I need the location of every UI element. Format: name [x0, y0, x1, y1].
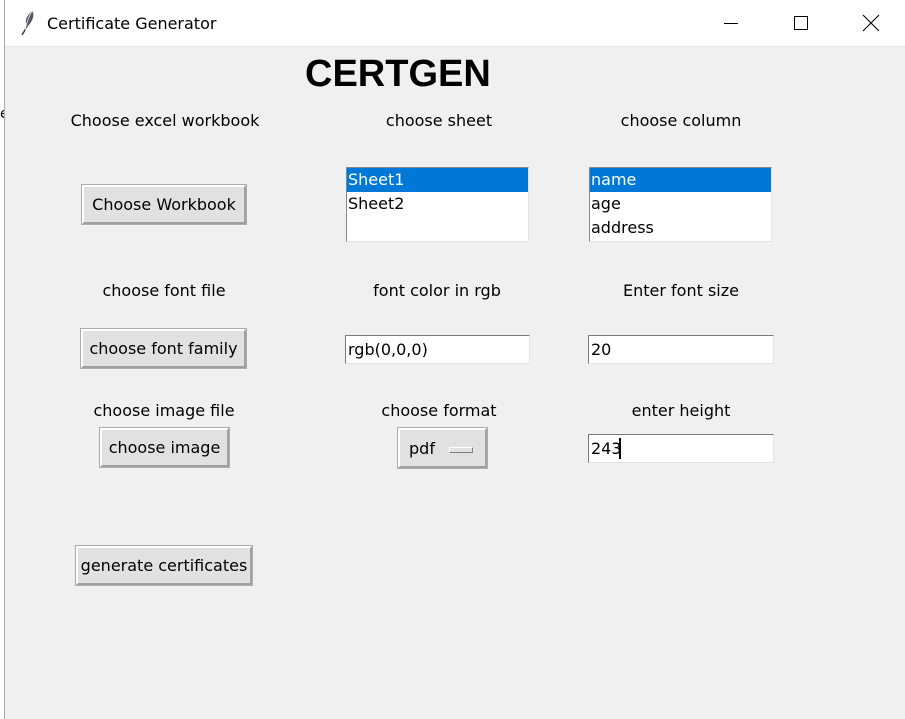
format-selected-value: pdf	[409, 438, 435, 458]
list-item[interactable]: address	[590, 216, 771, 240]
maximize-icon	[794, 16, 808, 30]
close-icon	[862, 14, 880, 32]
list-item[interactable]: age	[590, 192, 771, 216]
close-button[interactable]	[836, 0, 905, 46]
column-listbox[interactable]: name age address	[589, 167, 772, 242]
workbook-label: Choose excel workbook	[70, 111, 260, 130]
app-heading: CERTGEN	[305, 53, 491, 95]
generate-certificates-button[interactable]: generate certificates	[75, 545, 253, 586]
sheet-label: choose sheet	[385, 111, 493, 130]
list-item[interactable]: Sheet1	[347, 168, 528, 192]
choose-image-button[interactable]: choose image	[99, 427, 230, 468]
font-size-input[interactable]	[588, 335, 774, 364]
format-select[interactable]: pdf	[397, 427, 488, 469]
minimize-icon	[724, 23, 738, 24]
format-label: choose format	[381, 401, 497, 420]
app-window: Certificate Generator CERTGEN Choose exc…	[4, 0, 905, 719]
list-item[interactable]: Sheet2	[347, 192, 528, 216]
font-size-label: Enter font size	[623, 281, 739, 300]
window-title: Certificate Generator	[47, 14, 217, 33]
choose-workbook-button[interactable]: Choose Workbook	[81, 184, 247, 225]
maximize-button[interactable]	[766, 0, 836, 46]
list-item[interactable]: name	[590, 168, 771, 192]
choose-font-family-button[interactable]: choose font family	[80, 328, 247, 369]
font-color-input[interactable]	[345, 335, 530, 364]
image-file-label: choose image file	[93, 401, 235, 420]
sheet-listbox[interactable]: Sheet1 Sheet2	[346, 167, 529, 242]
minimize-button[interactable]	[696, 0, 766, 46]
font-file-label: choose font file	[102, 281, 226, 300]
text-cursor	[619, 438, 621, 459]
height-input[interactable]	[588, 434, 774, 463]
feather-icon	[19, 10, 37, 36]
height-label: enter height	[631, 401, 731, 420]
dropdown-indicator-icon	[449, 447, 473, 453]
font-color-label: font color in rgb	[373, 281, 501, 300]
title-bar[interactable]: Certificate Generator	[5, 0, 905, 47]
column-label: choose column	[620, 111, 742, 130]
